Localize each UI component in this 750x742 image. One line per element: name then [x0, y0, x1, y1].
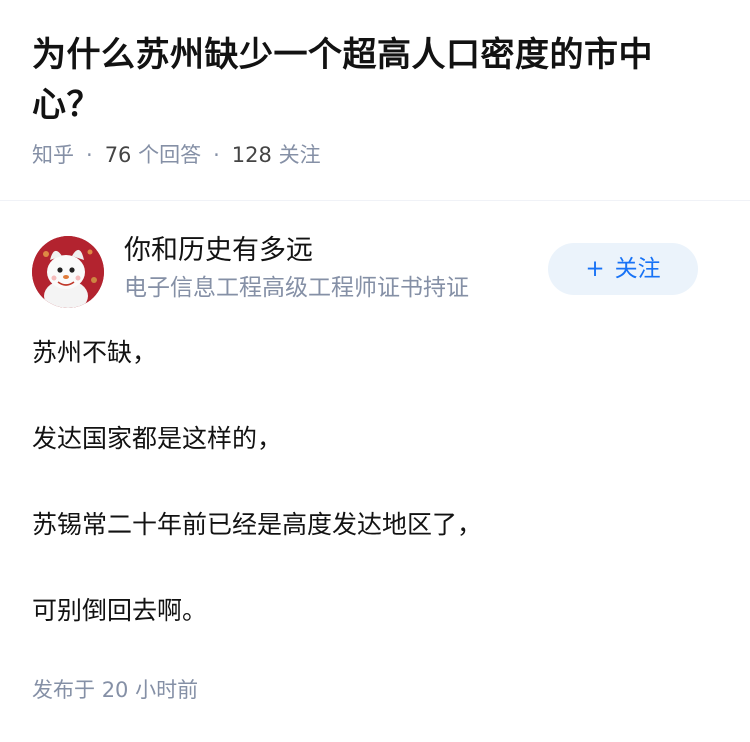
author-name[interactable]: 你和历史有多远 — [124, 231, 528, 271]
plus-icon: + — [585, 256, 605, 282]
published-label: 发布于 — [32, 678, 95, 702]
question-title[interactable]: 为什么苏州缺少一个超高人口密度的市中心？ — [32, 30, 718, 130]
followers-count: 128 — [231, 143, 272, 167]
avatar[interactable] — [32, 236, 104, 308]
divider — [0, 200, 750, 201]
answer-paragraph: 苏锡常二十年前已经是高度发达地区了， — [32, 510, 483, 539]
question-meta: 知乎 · 76 个回答 · 128 关注 — [32, 140, 718, 170]
author-headline: 电子信息工程高级工程师证书持证 — [124, 275, 469, 301]
separator-dot: · — [213, 143, 220, 167]
follow-button[interactable]: + 关注 — [548, 243, 698, 295]
avatar-image — [32, 236, 104, 308]
answers-count: 76 — [104, 143, 132, 167]
source-label[interactable]: 知乎 — [32, 143, 74, 167]
author-info: 你和历史有多远 电子信息工程高级工程师证书持证 — [124, 231, 528, 305]
followers-label: 关注 — [278, 143, 321, 167]
author-row: 你和历史有多远 电子信息工程高级工程师证书持证 + 关注 — [32, 231, 718, 321]
answers-label: 个回答 — [138, 143, 202, 167]
published-time: 20 小时前 — [101, 678, 199, 702]
answer-paragraph: 可别倒回去啊。 — [32, 596, 208, 625]
separator-dot: · — [86, 143, 93, 167]
answer-paragraph: 发达国家都是这样的， — [32, 424, 283, 453]
answer-card: 你和历史有多远 电子信息工程高级工程师证书持证 + 关注 苏州不缺， 发达国家都是… — [0, 231, 750, 705]
answer-paragraph: 苏州不缺， — [32, 338, 158, 367]
answer-content: 苏州不缺， 发达国家都是这样的， 苏锡常二十年前已经是高度发达地区了， 可别倒回… — [32, 331, 718, 633]
answer-time: 发布于 20 小时前 — [32, 675, 718, 705]
follow-label: 关注 — [614, 256, 661, 282]
question-header: 为什么苏州缺少一个超高人口密度的市中心？ 知乎 · 76 个回答 · 128 关注 — [0, 0, 750, 170]
